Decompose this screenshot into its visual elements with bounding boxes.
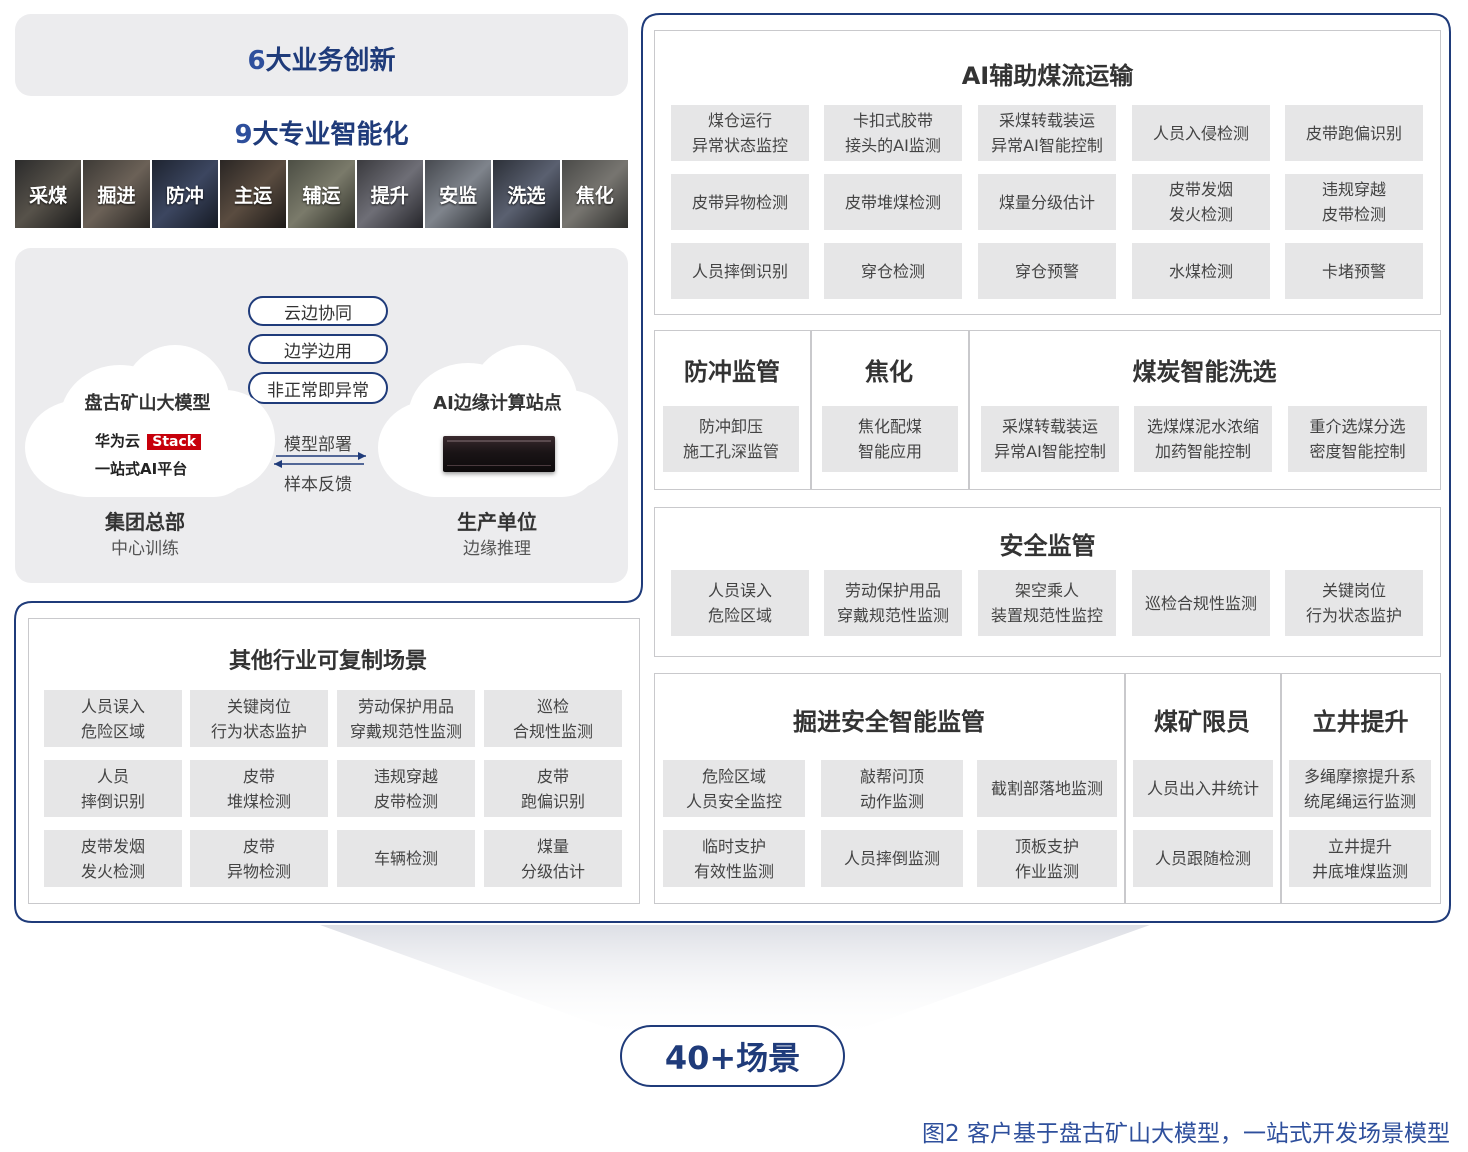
- scene-tile: 皮带异物检测: [671, 174, 809, 230]
- scene-tile: 劳动保护用品 穿戴规范性监测: [337, 690, 475, 747]
- ai-platform-label: 一站式AI平台: [95, 460, 188, 478]
- scene-tile: 卡扣式胶带 接头的AI监测: [824, 105, 962, 161]
- scene-tile: 采煤转载装运 异常AI智能控制: [981, 406, 1119, 472]
- specialization-strip: 采煤 掘进 防冲 主运 辅运 提升 安监 洗选 焦化: [15, 160, 628, 228]
- scene-tile: 卡堵预警: [1285, 243, 1423, 299]
- specializations-title: 9大专业智能化: [234, 120, 409, 150]
- scene-tile: 巡检合规性监测: [1132, 570, 1270, 636]
- scene-tile: 煤量分级估计: [978, 174, 1116, 230]
- safety-title: 安全监管: [999, 532, 1096, 560]
- huawei-cloud-brand: 华为云 Stack: [95, 430, 202, 451]
- scene-tile: 巡检 合规性监测: [484, 690, 622, 747]
- scene-tile: 违规穿越 皮带检测: [1285, 174, 1423, 230]
- scene-tile: 人员摔倒监测: [821, 830, 963, 887]
- scene-tile: 采煤转载装运 异常AI智能控制: [978, 105, 1116, 161]
- scene-tile: 多绳摩擦提升系 统尾绳运行监测: [1289, 760, 1431, 817]
- strip-item: 防冲: [151, 160, 220, 228]
- pangu-model-title: 盘古矿山大模型: [84, 393, 211, 414]
- scene-tile: 穿仓预警: [978, 243, 1116, 299]
- ai-transport-title: AI辅助煤流运输: [961, 62, 1134, 90]
- washing-title: 煤炭智能洗选: [1132, 358, 1277, 386]
- strip-item: 焦化: [561, 160, 628, 228]
- scene-tile: 人员跟随检测: [1133, 830, 1273, 887]
- strip-item: 辅运: [288, 160, 357, 228]
- scene-tile: 危险区域 人员安全监控: [663, 760, 805, 817]
- figure-caption: 图2 客户基于盘古矿山大模型，一站式开发场景模型: [922, 1121, 1450, 1147]
- strip-item: 主运: [219, 160, 289, 228]
- scene-tile: 选煤煤泥水浓缩 加药智能控制: [1134, 406, 1272, 472]
- strip-item: 洗选: [493, 160, 562, 228]
- feedback-label: 样本反馈: [284, 475, 352, 495]
- scene-tile: 人员 摔倒识别: [44, 760, 182, 817]
- scene-tile: 焦化配煤 智能应用: [822, 406, 958, 472]
- scene-tile: 人员误入 危险区域: [671, 570, 809, 636]
- group-hq-sub: 中心训练: [111, 539, 179, 559]
- scene-tile: 皮带跑偏识别: [1285, 105, 1423, 161]
- group-hq-label: 集团总部: [105, 510, 185, 534]
- scene-tile: 关键岗位 行为状态监护: [1285, 570, 1423, 636]
- other-industry-title: 其他行业可复制场景: [228, 649, 427, 674]
- production-unit-sub: 边缘推理: [463, 539, 531, 559]
- bidirectional-arrow-icon: [274, 452, 366, 468]
- scene-tile: 临时支护 有效性监测: [663, 830, 805, 887]
- strip-item: 提升: [356, 160, 425, 228]
- scene-tile: 架空乘人 装置规范性监控: [978, 570, 1116, 636]
- scene-tile: 截割部落地监测: [977, 760, 1117, 817]
- scene-tile: 防冲卸压 施工孔深监管: [663, 406, 799, 472]
- scene-tile: 煤仓运行 异常状态监控: [671, 105, 809, 161]
- coking-title: 焦化: [865, 358, 913, 386]
- scene-tile: 皮带 异物检测: [190, 830, 328, 887]
- scene-tile: 劳动保护用品 穿戴规范性监测: [824, 570, 962, 636]
- right-cloud: [378, 345, 618, 500]
- scene-tile: 皮带发烟 发火检测: [1132, 174, 1270, 230]
- scene-tile: 穿仓检测: [824, 243, 962, 299]
- scene-tile: 立井提升 井底堆煤监测: [1289, 830, 1431, 887]
- scene-tile: 皮带 堆煤检测: [190, 760, 328, 817]
- scene-tile: 敲帮问顶 动作监测: [821, 760, 963, 817]
- scene-tile: 水煤检测: [1132, 243, 1270, 299]
- pill-cloud-edge: 云边协同: [248, 296, 388, 326]
- scene-tile: 重介选煤分选 密度智能控制: [1288, 406, 1427, 472]
- scene-tile: 皮带堆煤检测: [824, 174, 962, 230]
- scene-tile: 关键岗位 行为状态监护: [190, 690, 328, 747]
- scene-tile: 皮带 跑偏识别: [484, 760, 622, 817]
- scene-tile: 煤量 分级估计: [484, 830, 622, 887]
- strip-item: 安监: [424, 160, 494, 228]
- scene-tile: 人员误入 危险区域: [44, 690, 182, 747]
- scene-tile: 人员摔倒识别: [671, 243, 809, 299]
- scene-tile: 人员出入井统计: [1133, 760, 1273, 817]
- impact-title: 防冲监管: [684, 358, 780, 386]
- stack-badge: Stack: [147, 434, 202, 450]
- shaft-title: 立井提升: [1312, 708, 1409, 736]
- server-icon: [443, 436, 555, 472]
- tunnel-title: 掘进安全智能监管: [793, 708, 985, 736]
- innovations-title: 6大业务创新: [247, 46, 396, 76]
- scene-tile: 皮带发烟 发火检测: [44, 830, 182, 887]
- scene-tile: 违规穿越 皮带检测: [337, 760, 475, 817]
- production-unit-label: 生产单位: [457, 510, 537, 534]
- edge-site-title: AI边缘计算站点: [433, 393, 562, 414]
- scene-tile: 人员入侵检测: [1132, 105, 1270, 161]
- strip-item: 采煤: [15, 160, 84, 228]
- strip-item: 掘进: [83, 160, 152, 228]
- scene-count-pill: 40+场景: [620, 1025, 845, 1087]
- limit-title: 煤矿限员: [1154, 708, 1250, 736]
- scene-tile: 车辆检测: [337, 830, 475, 887]
- scene-tile: 顶板支护 作业监测: [977, 830, 1117, 887]
